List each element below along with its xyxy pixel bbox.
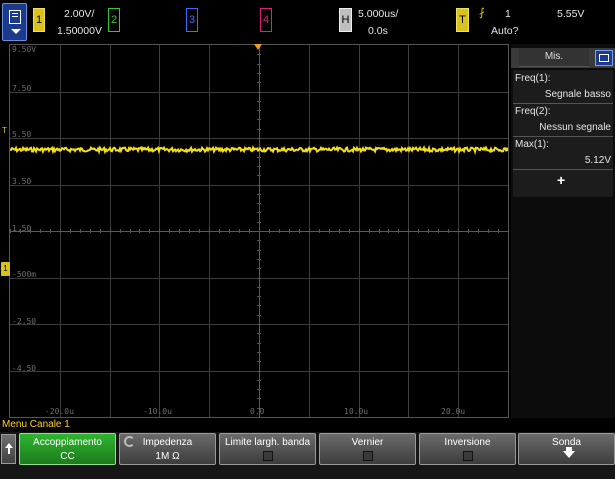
softkey-coupling[interactable]: Accoppiamento CC: [19, 433, 116, 465]
trigger-level-marker[interactable]: T: [2, 126, 7, 135]
x-label: -20.0u: [45, 407, 74, 416]
horizontal-scale: 5.000us/: [358, 8, 399, 20]
trigger-source: 1: [505, 8, 511, 20]
horizontal-badge[interactable]: H: [339, 8, 352, 32]
y-label: 9.50V: [12, 45, 37, 54]
channel-4-badge[interactable]: 4: [260, 8, 272, 32]
softkey-label: Vernier: [351, 437, 384, 448]
channel-1-badge[interactable]: 1: [33, 8, 45, 32]
measurement-tab[interactable]: Mis.: [519, 48, 589, 67]
main-menu-button[interactable]: [2, 3, 27, 41]
measurement-label: Freq(1):: [515, 73, 551, 84]
measurement-value: Nessun segnale: [539, 122, 611, 133]
measurement-value: Segnale basso: [544, 89, 611, 100]
softkey-label: Accoppiamento: [33, 437, 102, 448]
checkbox-icon[interactable]: [263, 451, 273, 461]
softkey-bar: Accoppiamento CC Impedenza 1M Ω Limite l…: [0, 432, 615, 479]
measurement-label: Freq(2):: [515, 106, 551, 117]
x-label: 0.0: [250, 407, 265, 416]
checkbox-icon[interactable]: [363, 451, 373, 461]
x-label: 20.0u: [441, 407, 466, 416]
checkbox-icon[interactable]: [463, 451, 473, 461]
divider: [513, 169, 613, 170]
chevron-down-icon: [11, 29, 21, 34]
status-bar: 1 2.00V/ 1.50000V 2 3 4 H 5.000us/ 0.0s …: [0, 0, 615, 44]
down-arrow-icon: [563, 447, 575, 458]
x-label: 10.0u: [344, 407, 369, 416]
channel-3-badge[interactable]: 3: [186, 8, 198, 32]
softkey-value: CC: [60, 451, 75, 462]
channel-1-scale: 2.00V/: [64, 8, 95, 20]
softkey-label: Impedenza: [142, 437, 193, 448]
divider: [513, 136, 613, 137]
softkey-value: 1M Ω: [155, 451, 180, 462]
trigger-position-marker[interactable]: [254, 44, 262, 50]
add-measurement-button[interactable]: +: [557, 172, 565, 188]
measurement-panel-icon[interactable]: [595, 50, 613, 66]
horizontal-delay: 0.0s: [368, 25, 388, 37]
softkey-impedance[interactable]: Impedenza 1M Ω: [119, 433, 216, 465]
softkey-invert[interactable]: Inversione: [419, 433, 516, 465]
softkey-menu-title: Menu Canale 1: [0, 419, 615, 431]
y-label: 1.50: [12, 224, 32, 233]
softkey-probe[interactable]: Sonda: [518, 433, 615, 465]
channel-1-ground-marker[interactable]: 1: [1, 262, 10, 276]
measurement-value: 5.12V: [584, 155, 611, 166]
y-label: -2.50: [12, 317, 37, 326]
menu-icon: [9, 10, 21, 24]
y-label: -4.50: [12, 364, 37, 373]
trigger-edge-icon: ⨏: [479, 7, 485, 19]
divider: [513, 103, 613, 104]
y-label: 5.50: [12, 130, 32, 139]
channel-2-badge[interactable]: 2: [108, 8, 120, 32]
trigger-badge[interactable]: T: [456, 8, 469, 32]
trigger-mode: Auto?: [491, 25, 519, 37]
x-label: -10.0u: [143, 407, 172, 416]
softkey-label: Inversione: [444, 437, 491, 448]
trigger-level: 5.55V: [557, 8, 585, 20]
channel-1-trace: [10, 144, 508, 156]
y-label: -500m: [12, 270, 37, 279]
y-label: 7.50: [12, 84, 32, 93]
waveform-display[interactable]: [9, 44, 509, 418]
graticule: [10, 45, 508, 417]
back-arrow-icon[interactable]: [1, 434, 16, 464]
softkey-label: Limite largh. banda: [224, 437, 311, 448]
y-label: 3.50: [12, 177, 32, 186]
softkey-bandwidth-limit[interactable]: Limite largh. banda: [219, 433, 316, 465]
measurement-label: Max(1):: [515, 139, 549, 150]
softkey-vernier[interactable]: Vernier: [319, 433, 416, 465]
measurement-panel: Mis. Freq(1): Segnale basso Freq(2): Nes…: [511, 44, 615, 418]
channel-1-offset: 1.50000V: [57, 25, 102, 37]
